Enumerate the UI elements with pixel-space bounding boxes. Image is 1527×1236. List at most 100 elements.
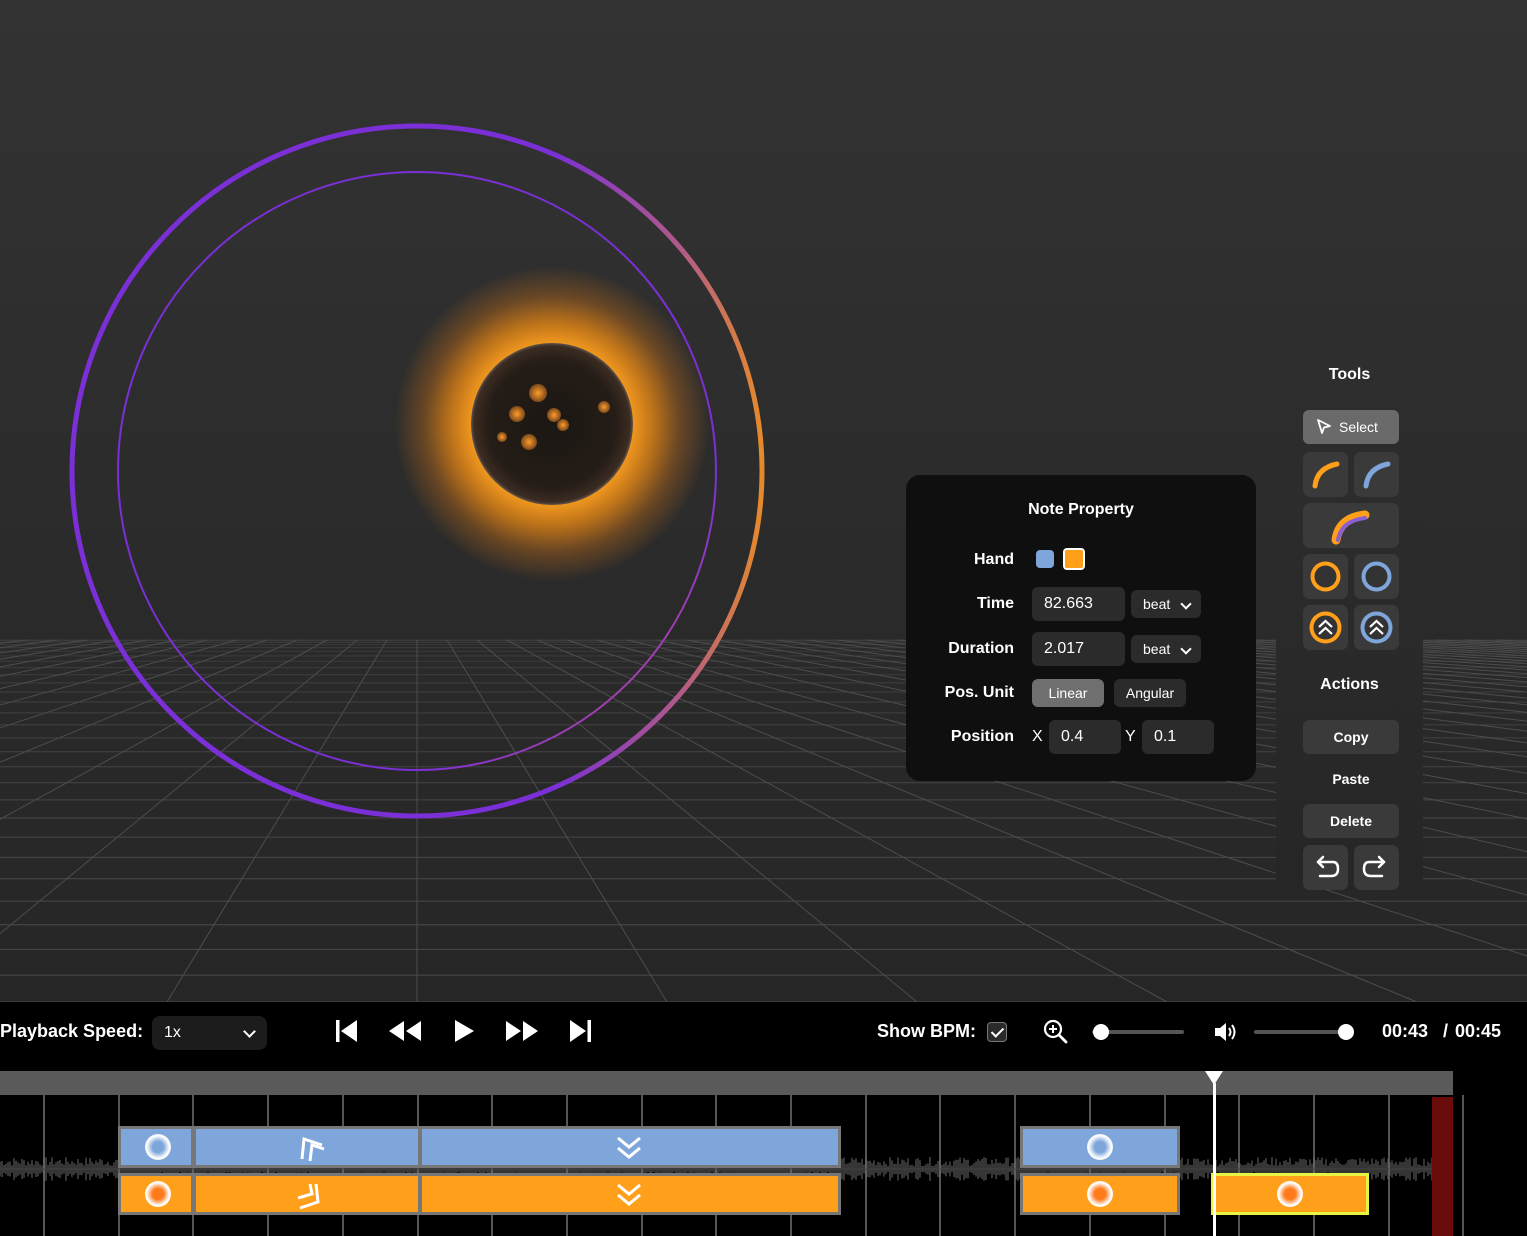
volume-slider-track[interactable]: [1254, 1030, 1346, 1034]
show-bpm-label: Show BPM:: [877, 1021, 976, 1041]
playback-speed-label: Playback Speed:: [0, 1021, 144, 1041]
chevron-down-icon: [1180, 598, 1192, 610]
orange-flick-tool[interactable]: [1303, 605, 1348, 650]
undo-button[interactable]: [1303, 845, 1348, 890]
duration-input[interactable]: 2.017: [1032, 632, 1125, 666]
time-unit-value: beat: [1143, 596, 1171, 612]
tap-note-icon: [1087, 1181, 1113, 1207]
position-x-input[interactable]: 0.4: [1049, 720, 1121, 754]
timeline-note-hold[interactable]: [419, 1126, 841, 1168]
pos-unit-label: Pos. Unit: [944, 684, 1014, 701]
hand-left-swatch[interactable]: [1036, 550, 1054, 568]
arc-direction-icon: [297, 1183, 320, 1210]
total-time: 00:45: [1455, 1021, 1502, 1041]
paste-button[interactable]: Paste: [1303, 762, 1399, 796]
chevron-down-icon: [1180, 643, 1192, 655]
double-chevron-down-icon: [617, 1183, 641, 1206]
orange-arc-icon: [1312, 461, 1340, 489]
blue-flick-tool[interactable]: [1354, 605, 1399, 650]
skip-to-start-icon[interactable]: [334, 1017, 360, 1045]
position-y-input[interactable]: 0.1: [1142, 720, 1214, 754]
note-spark: [598, 401, 610, 413]
note-spark: [557, 419, 569, 431]
playhead[interactable]: [1213, 1083, 1216, 1236]
selected-note[interactable]: [471, 343, 633, 505]
song-end-marker: [1432, 1097, 1453, 1236]
timeline-note-arc[interactable]: [193, 1173, 421, 1215]
time-input[interactable]: 82.663: [1032, 587, 1125, 621]
double-chevron-down-icon: [617, 1136, 641, 1159]
pos-unit-linear-button[interactable]: Linear: [1032, 679, 1104, 707]
blue-tap-tool[interactable]: [1354, 554, 1399, 599]
timeline-note-selected[interactable]: [1211, 1173, 1369, 1215]
select-arrow-icon: [1317, 419, 1331, 434]
beat-line: [1462, 1095, 1465, 1236]
time-unit-select[interactable]: beat: [1131, 590, 1201, 618]
zoom-slider-knob[interactable]: [1093, 1024, 1110, 1040]
x-label: X: [1032, 728, 1043, 745]
volume-slider-knob[interactable]: [1338, 1024, 1354, 1040]
timeline[interactable]: [0, 1070, 1527, 1236]
select-tool-button[interactable]: Select: [1303, 410, 1399, 444]
blue-flick-icon: [1360, 611, 1393, 644]
timeline-note-tap[interactable]: [1020, 1173, 1180, 1215]
panel-title: Note Property: [1028, 501, 1134, 518]
hand-right-swatch[interactable]: [1063, 548, 1085, 570]
undo-icon: [1316, 855, 1340, 878]
duration-unit-value: beat: [1143, 641, 1171, 657]
skip-to-end-icon[interactable]: [567, 1017, 593, 1045]
arc-direction-icon: [300, 1136, 325, 1162]
orange-flick-icon: [1309, 611, 1342, 644]
transport-bar: Playback Speed: 1x Show BPM: 00:43 / 00:…: [0, 1002, 1527, 1070]
timeline-note-tap[interactable]: [118, 1173, 194, 1215]
orange-tap-icon: [1310, 561, 1341, 592]
play-icon[interactable]: [452, 1017, 476, 1045]
timeline-note-hold[interactable]: [419, 1173, 841, 1215]
tap-note-icon: [1277, 1181, 1303, 1207]
show-bpm-checkbox[interactable]: [987, 1022, 1007, 1042]
tools-panel: Tools Select Actions Copy Paste Delete: [1276, 340, 1423, 890]
time-separator: /: [1443, 1021, 1449, 1041]
note-spark: [497, 432, 507, 442]
blue-arc-icon: [1363, 461, 1391, 489]
y-label: Y: [1125, 728, 1136, 745]
copy-button[interactable]: Copy: [1303, 720, 1399, 754]
pos-unit-angular-button[interactable]: Angular: [1114, 679, 1186, 707]
blue-tap-icon: [1361, 561, 1392, 592]
volume-icon: [1215, 1023, 1236, 1041]
dual-arc-icon: [1331, 510, 1370, 545]
zoom-in-icon: [1043, 1019, 1068, 1044]
select-tool-label: Select: [1339, 419, 1378, 435]
chevron-down-icon: [243, 1025, 256, 1038]
timeline-note-tap[interactable]: [118, 1126, 194, 1168]
dual-arc-tool[interactable]: [1303, 503, 1399, 548]
tap-note-icon: [1087, 1134, 1113, 1160]
tap-note-icon: [145, 1181, 171, 1207]
time-label: Time: [976, 595, 1014, 612]
duration-unit-select[interactable]: beat: [1131, 635, 1201, 663]
fast-forward-icon[interactable]: [504, 1017, 540, 1045]
playhead-handle[interactable]: [1205, 1071, 1223, 1085]
note-property-panel: Note Property Hand Time 82.663 beat Dura…: [906, 475, 1256, 781]
timeline-note-arc[interactable]: [193, 1126, 421, 1168]
orange-arc-tool[interactable]: [1303, 452, 1348, 497]
rewind-icon[interactable]: [387, 1017, 423, 1045]
position-label: Position: [950, 728, 1014, 745]
note-spark: [521, 434, 537, 450]
actions-title: Actions: [1320, 676, 1379, 693]
tools-title: Tools: [1328, 366, 1371, 383]
timeline-note-tap[interactable]: [1020, 1126, 1180, 1168]
redo-icon: [1362, 855, 1386, 878]
redo-button[interactable]: [1354, 845, 1399, 890]
blue-arc-tool[interactable]: [1354, 452, 1399, 497]
tap-note-icon: [145, 1134, 171, 1160]
playback-speed-select[interactable]: 1x: [152, 1016, 267, 1050]
note-spark: [509, 406, 525, 422]
orange-tap-tool[interactable]: [1303, 554, 1348, 599]
delete-button[interactable]: Delete: [1303, 804, 1399, 838]
hand-label: Hand: [974, 551, 1014, 568]
current-time: 00:43: [1382, 1021, 1429, 1041]
duration-label: Duration: [948, 640, 1014, 657]
timeline-ruler[interactable]: [0, 1071, 1453, 1095]
playback-speed-value: 1x: [164, 1024, 181, 1041]
